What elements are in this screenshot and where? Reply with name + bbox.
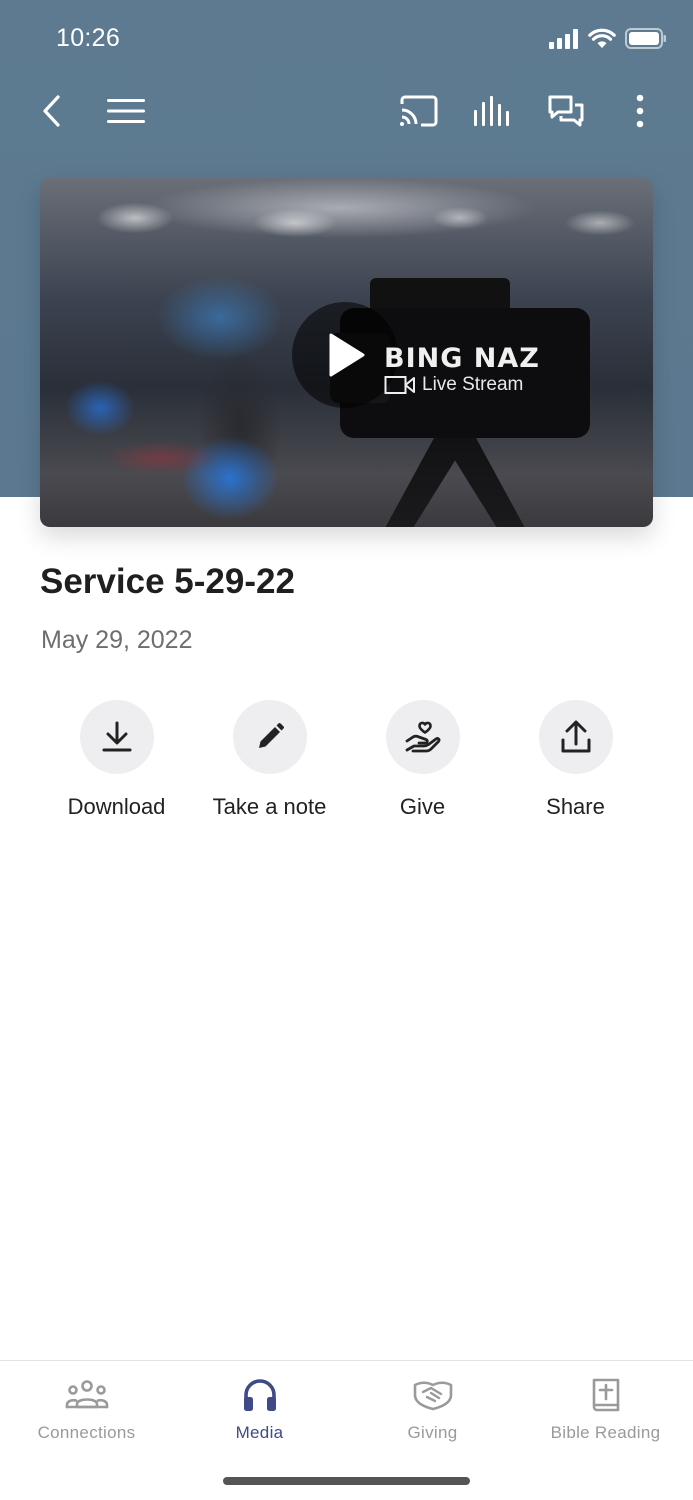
- tab-bible-reading[interactable]: Bible Reading: [519, 1361, 692, 1461]
- status-bar: 10:26: [0, 0, 693, 74]
- tab-connections-label: Connections: [37, 1423, 136, 1442]
- people-icon: [65, 1380, 108, 1409]
- toolbar: [0, 74, 693, 148]
- cellular-signal-icon: [549, 28, 578, 49]
- video-thumbnail[interactable]: BING NAZ Live Stream: [40, 178, 653, 527]
- media-date: May 29, 2022: [41, 626, 193, 654]
- cast-icon: [400, 95, 438, 127]
- brand-logo-subtitle: Live Stream: [384, 374, 523, 396]
- tab-connections[interactable]: Connections: [0, 1361, 173, 1461]
- audio-button[interactable]: [465, 74, 521, 148]
- tab-giving-icon-wrap: [413, 1375, 453, 1415]
- heart-hand-icon: [405, 721, 440, 753]
- headphones-icon: [243, 1379, 276, 1411]
- share-label: Share: [546, 794, 605, 819]
- brand-logo-title: BING NAZ: [384, 343, 540, 374]
- home-indicator: [223, 1477, 470, 1485]
- play-icon: [329, 333, 365, 377]
- download-icon: [102, 721, 131, 752]
- brand-subtitle-text: Live Stream: [422, 374, 524, 395]
- bible-icon: [592, 1378, 619, 1412]
- handshake-icon: [413, 1381, 452, 1411]
- tab-media-label: Media: [235, 1423, 284, 1442]
- more-button[interactable]: [612, 74, 668, 148]
- play-button[interactable]: [292, 302, 398, 408]
- tab-connections-icon-wrap: [65, 1375, 109, 1415]
- more-vertical-icon: [636, 94, 644, 128]
- tab-media-icon-wrap: [242, 1375, 278, 1415]
- download-button[interactable]: [79, 700, 154, 774]
- pencil-icon: [258, 723, 284, 748]
- menu-button[interactable]: [98, 74, 154, 148]
- take-note-button[interactable]: [232, 700, 307, 774]
- hamburger-menu-icon: [107, 99, 145, 123]
- chevron-left-icon: [43, 95, 60, 127]
- chat-bubbles-icon: [548, 95, 584, 127]
- battery-icon: [625, 28, 666, 49]
- action-row: Download Take a note Give Share: [40, 700, 653, 830]
- tab-giving[interactable]: Giving: [346, 1361, 519, 1461]
- take-note-label: Take a note: [212, 794, 327, 819]
- camera-handle: [370, 278, 510, 312]
- give-action[interactable]: Give: [346, 700, 499, 820]
- share-button[interactable]: [538, 700, 613, 774]
- take-note-action[interactable]: Take a note: [193, 700, 346, 820]
- give-button[interactable]: [385, 700, 460, 774]
- share-action[interactable]: Share: [499, 700, 652, 820]
- tab-media[interactable]: Media: [173, 1361, 346, 1461]
- audio-bars-icon: [474, 96, 509, 126]
- tab-giving-label: Giving: [407, 1423, 458, 1442]
- give-label: Give: [399, 794, 446, 819]
- cast-button[interactable]: [391, 74, 447, 148]
- download-label: Download: [67, 794, 166, 819]
- share-icon: [561, 720, 590, 753]
- tab-bible-reading-icon-wrap: [590, 1375, 622, 1415]
- media-title: Service 5-29-22: [40, 562, 295, 601]
- video-camera-icon: [384, 376, 415, 394]
- status-icons: [549, 28, 667, 49]
- chat-button[interactable]: [538, 74, 594, 148]
- back-button[interactable]: [24, 74, 80, 148]
- wifi-icon: [588, 28, 616, 48]
- status-time: 10:26: [56, 24, 121, 52]
- tab-bible-reading-label: Bible Reading: [550, 1423, 661, 1442]
- download-action[interactable]: Download: [40, 700, 193, 820]
